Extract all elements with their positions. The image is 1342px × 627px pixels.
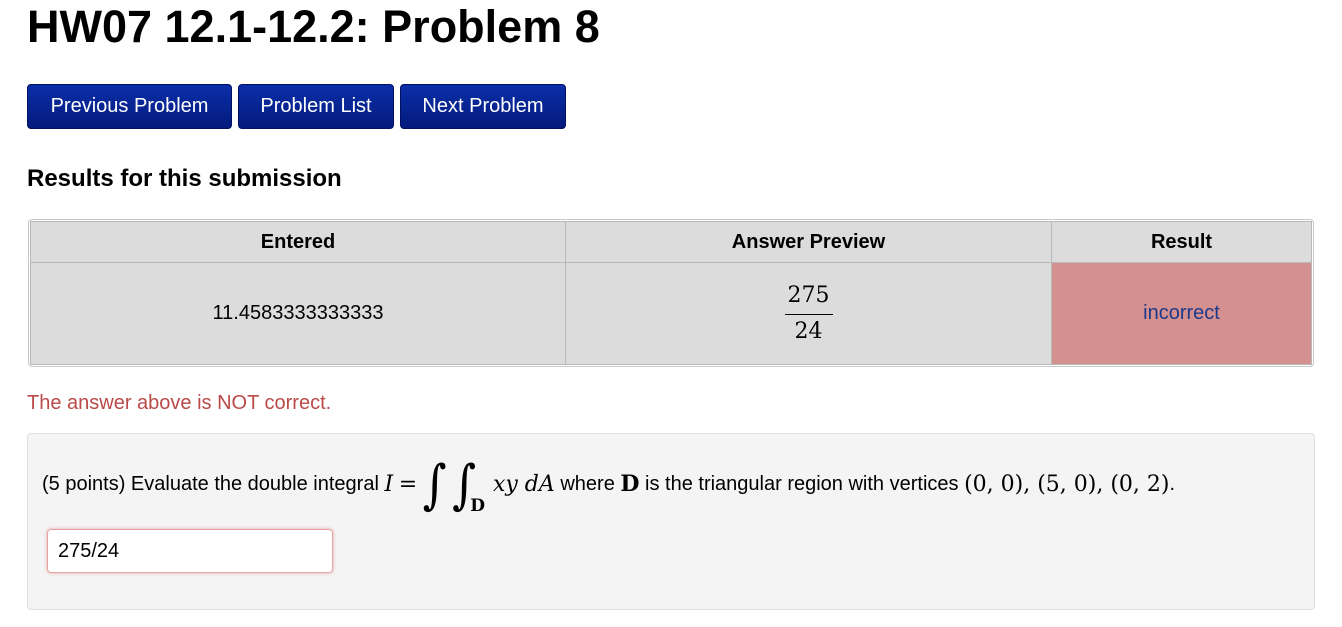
integrand: xy dA xyxy=(492,471,555,497)
problem-points-text: (5 points) Evaluate the double integral xyxy=(42,472,379,495)
math-equals: = xyxy=(398,471,418,497)
problem-nav: Previous Problem Problem List Next Probl… xyxy=(27,84,566,129)
feedback-message: The answer above is NOT correct. xyxy=(27,392,332,414)
region-subscript: D xyxy=(470,496,485,516)
problem-list-button[interactable]: Problem List xyxy=(238,84,394,129)
answer-input[interactable] xyxy=(47,529,333,573)
answer-preview: 275 24 xyxy=(565,262,1052,365)
problem-statement: (5 points) Evaluate the double integral … xyxy=(42,452,1302,516)
statement-period: . xyxy=(1169,472,1176,495)
column-answer-preview: Answer Preview xyxy=(565,221,1052,263)
vertices: (0, 0), (5, 0), (0, 2) xyxy=(964,471,1170,497)
next-problem-button[interactable]: Next Problem xyxy=(400,84,566,129)
result-status: incorrect xyxy=(1051,262,1312,365)
region-symbol: D xyxy=(620,471,640,497)
math-variable-i: I xyxy=(384,471,394,497)
previous-problem-button[interactable]: Previous Problem xyxy=(27,84,232,129)
column-result: Result xyxy=(1051,221,1312,263)
preview-numerator: 275 xyxy=(784,281,833,315)
results-table: Entered Answer Preview Result 11.4583333… xyxy=(28,219,1314,367)
region-description: is the triangular region with vertices xyxy=(645,472,959,495)
problem-box: (5 points) Evaluate the double integral … xyxy=(27,433,1315,610)
results-header-row: Entered Answer Preview Result xyxy=(30,221,1312,263)
preview-fraction: 275 24 xyxy=(784,281,833,347)
where-text: where xyxy=(560,472,615,495)
table-row: 11.4583333333333 275 24 incorrect xyxy=(30,262,1312,365)
column-entered: Entered xyxy=(30,221,566,263)
preview-denominator: 24 xyxy=(794,318,823,344)
page-title: HW07 12.1-12.2: Problem 8 xyxy=(27,1,600,52)
problem-page: HW07 12.1-12.2: Problem 8 Previous Probl… xyxy=(0,0,1342,627)
entered-value: 11.4583333333333 xyxy=(30,262,566,365)
results-heading: Results for this submission xyxy=(27,165,342,192)
integral-sign-outer: ∫ xyxy=(422,452,447,516)
